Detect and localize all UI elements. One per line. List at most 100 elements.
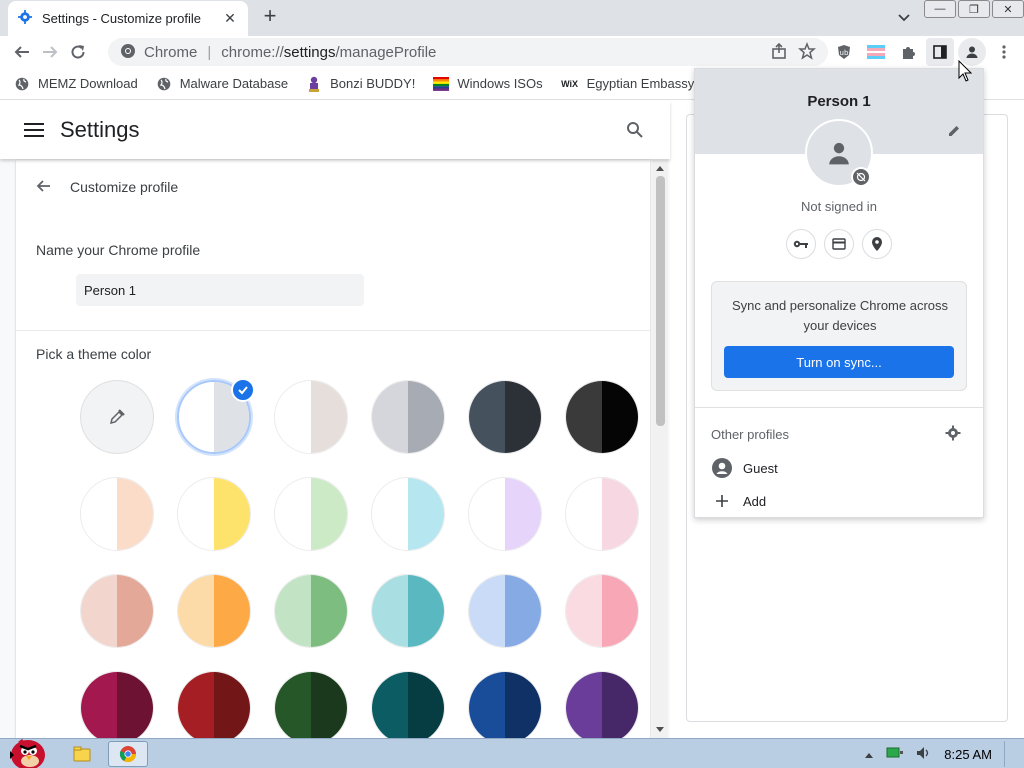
windows-taskbar: 8:25 AM (0, 738, 1024, 768)
popup-divider (695, 407, 983, 408)
extensions-puzzle-icon[interactable] (894, 38, 922, 66)
theme-color-swatch[interactable] (177, 671, 251, 738)
bookmark-star-icon[interactable] (798, 41, 816, 63)
show-desktop-button[interactable] (1004, 741, 1014, 767)
theme-color-swatch[interactable] (274, 671, 348, 738)
window-controls: — ❐ ✕ (924, 0, 1024, 18)
theme-color-swatch[interactable] (80, 574, 154, 648)
scrollbar-thumb[interactable] (656, 176, 665, 426)
theme-color-swatch[interactable] (177, 574, 251, 648)
share-icon[interactable] (770, 42, 788, 63)
maximize-button[interactable]: ❐ (958, 0, 990, 18)
passwords-key-icon[interactable] (786, 229, 816, 259)
settings-title: Settings (60, 117, 140, 142)
tab-settings[interactable]: Settings - Customize profile ✕ (8, 1, 248, 36)
customize-profile-card: Customize profile Name your Chrome profi… (16, 160, 650, 738)
quick-access-buttons (786, 229, 892, 259)
add-icon (711, 490, 733, 512)
manage-profiles-gear-icon[interactable] (945, 425, 961, 444)
profile-menu-popup: Person 1 Not signed in Sync and personal… (694, 68, 984, 518)
new-tab-button[interactable]: + (258, 5, 282, 29)
wix-icon: WiX (561, 78, 579, 89)
theme-color-swatch[interactable] (565, 574, 639, 648)
ublock-extension-icon[interactable]: ub (830, 38, 858, 66)
start-angry-bird-icon[interactable] (4, 731, 45, 768)
back-arrow-icon[interactable] (36, 178, 52, 197)
bookmark-memz-download[interactable]: MEMZ Download (14, 76, 138, 92)
payment-card-icon[interactable] (824, 229, 854, 259)
theme-color-swatch[interactable] (371, 671, 445, 738)
page-title: Customize profile (70, 179, 179, 195)
theme-color-swatch[interactable] (468, 380, 542, 454)
theme-color-swatch[interactable] (468, 477, 542, 551)
tab-title: Settings - Customize profile (42, 11, 201, 26)
profile-row-guest[interactable]: Guest (711, 457, 778, 479)
clock-time[interactable]: 8:25 AM (944, 747, 992, 762)
tab-strip: Settings - Customize profile ✕ + — ❐ ✕ (0, 0, 1024, 36)
scroll-down-arrow[interactable] (656, 727, 664, 732)
rainbow-flag-icon (433, 76, 450, 92)
section-divider (16, 330, 650, 331)
profile-name-input[interactable] (76, 274, 364, 306)
side-panel-icon[interactable] (926, 38, 954, 66)
theme-color-swatch[interactable] (177, 477, 251, 551)
more-menu-icon[interactable] (990, 38, 1018, 66)
browser-toolbar: Chrome | chrome://settings/manageProfile… (0, 36, 1024, 68)
close-window-button[interactable]: ✕ (992, 0, 1024, 18)
sign-in-status: Not signed in (801, 199, 877, 214)
forward-arrow-icon[interactable] (36, 38, 64, 66)
svg-text:ub: ub (840, 49, 849, 57)
edit-pencil-icon[interactable] (947, 124, 961, 141)
mouse-cursor-icon (958, 59, 974, 87)
globe-icon (156, 76, 172, 92)
theme-color-swatch[interactable] (274, 380, 348, 454)
card-header: Customize profile (16, 160, 650, 214)
theme-color-swatch[interactable] (371, 574, 445, 648)
bookmark-bonzi-buddy[interactable]: Bonzi BUDDY! (306, 76, 415, 92)
close-tab-icon[interactable]: ✕ (222, 10, 238, 27)
tab-search-chevron-icon[interactable] (894, 7, 914, 27)
theme-color-swatch[interactable] (371, 477, 445, 551)
theme-color-swatch[interactable] (565, 380, 639, 454)
theme-color-swatch[interactable] (274, 477, 348, 551)
theme-color-swatch[interactable] (80, 477, 154, 551)
theme-color-swatch[interactable] (80, 671, 154, 738)
volume-icon[interactable] (916, 746, 932, 763)
theme-color-swatch[interactable] (565, 671, 639, 738)
back-arrow-icon[interactable] (8, 38, 36, 66)
theme-color-swatch[interactable] (371, 380, 445, 454)
scroll-up-arrow[interactable] (656, 166, 664, 171)
pride-flag-extension-icon[interactable] (862, 38, 890, 66)
theme-color-swatch[interactable] (468, 671, 542, 738)
system-tray: 8:25 AM (864, 739, 1014, 768)
bookmark-malware-database[interactable]: Malware Database (156, 76, 288, 92)
profile-name: Person 1 (807, 93, 871, 110)
taskbar-explorer-icon[interactable] (62, 741, 102, 767)
hamburger-menu-icon[interactable] (24, 120, 44, 140)
custom-color-picker-swatch[interactable] (80, 380, 154, 454)
bookmark-egyptian-embassy[interactable]: WiX Egyptian Embassy (561, 76, 694, 92)
profile-name-label: Name your Chrome profile (36, 242, 201, 258)
show-hidden-icons-icon[interactable] (864, 747, 874, 762)
network-icon[interactable] (886, 746, 904, 763)
theme-color-label: Pick a theme color (36, 346, 152, 362)
profile-row-add[interactable]: Add (711, 490, 766, 512)
omnibox[interactable]: Chrome | chrome://settings/manageProfile (108, 38, 828, 66)
reload-icon[interactable] (64, 38, 92, 66)
search-icon[interactable] (626, 121, 644, 142)
globe-icon (14, 76, 30, 92)
eyedropper-icon (108, 408, 128, 428)
gear-icon (18, 10, 32, 27)
minimize-button[interactable]: — (924, 0, 956, 18)
guest-account-icon (711, 457, 733, 479)
addresses-pin-icon[interactable] (862, 229, 892, 259)
theme-color-swatch[interactable] (565, 477, 639, 551)
page-scrollbar[interactable] (652, 160, 668, 738)
bookmark-windows-isos[interactable]: Windows ISOs (433, 76, 543, 92)
omnibox-separator: | (207, 43, 212, 61)
theme-color-swatch[interactable] (274, 574, 348, 648)
taskbar-chrome-icon[interactable] (108, 741, 148, 767)
theme-color-swatch[interactable] (468, 574, 542, 648)
turn-on-sync-button[interactable]: Turn on sync... (724, 346, 954, 378)
selected-check-icon (231, 378, 255, 402)
